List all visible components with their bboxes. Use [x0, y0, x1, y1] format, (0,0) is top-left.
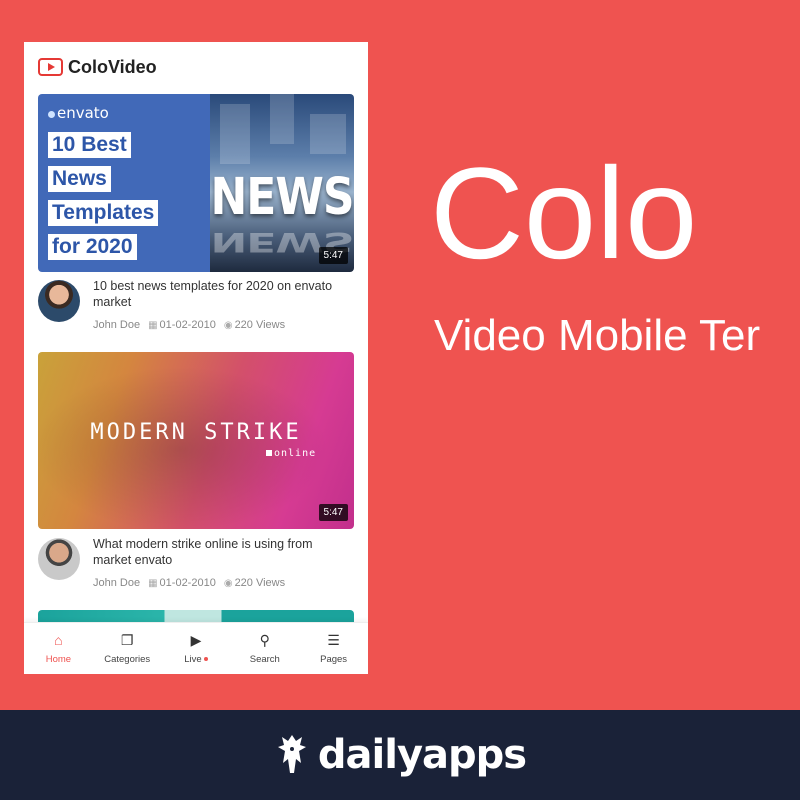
- author-name[interactable]: John Doe: [93, 577, 140, 589]
- video-thumbnail-1[interactable]: envato 10 Best News Templates for 2020 N…: [38, 94, 354, 272]
- tab-categories[interactable]: ❐ Categories: [93, 623, 162, 674]
- video-views: 220 Views: [234, 319, 286, 331]
- phone-screen: ColoVideo envato 10 Best News Templates …: [24, 42, 368, 674]
- thumbnail-headline-line: for 2020: [48, 234, 137, 260]
- video-duration-badge: 5:47: [318, 504, 348, 521]
- promo-title: Colo: [430, 140, 698, 286]
- dailyapps-mascot-icon: [277, 735, 306, 773]
- thumbnail-headline-line: 10 Best: [48, 132, 131, 158]
- avatar[interactable]: [38, 280, 80, 322]
- avatar[interactable]: [38, 538, 80, 580]
- tab-live[interactable]: ▶ Live: [162, 623, 231, 674]
- eye-icon: ◉: [223, 320, 233, 331]
- promo-subtitle: Video Mobile Ter: [434, 311, 761, 360]
- app-header: ColoVideo: [24, 42, 368, 92]
- footer-banner: dailyapps: [0, 710, 800, 800]
- calendar-icon: ▦: [148, 578, 158, 589]
- categories-icon: ❐: [120, 632, 134, 648]
- live-indicator-dot: [203, 657, 208, 662]
- tab-home[interactable]: ⌂ Home: [24, 623, 93, 674]
- video-date: 01-02-2010: [159, 319, 216, 331]
- tab-search[interactable]: ⚲ Search: [230, 623, 299, 674]
- video-date: 01-02-2010: [159, 577, 216, 589]
- thumbnail-overlay-sub: online: [266, 448, 316, 459]
- footer-brand[interactable]: dailyapps: [318, 732, 527, 778]
- thumbnail-headline-line: Templates: [48, 200, 159, 226]
- thumbnail-news-word: NEWS: [210, 168, 354, 227]
- video-title[interactable]: What modern strike online is using from …: [93, 536, 353, 568]
- app-title: ColoVideo: [68, 56, 157, 77]
- video-thumbnail-2[interactable]: MODERN STRIKE online 5:47: [38, 352, 354, 529]
- search-icon: ⚲: [259, 632, 270, 648]
- eye-icon: ◉: [223, 578, 233, 589]
- thumbnail-overlay-title: MODERN STRIKE: [90, 420, 302, 445]
- video-duration-badge: 5:47: [318, 247, 348, 264]
- play-logo-icon: [38, 58, 63, 76]
- home-icon: ⌂: [54, 632, 63, 648]
- calendar-icon: ▦: [148, 320, 158, 331]
- video-info: John Doe ▦ 01-02-2010 ◉ 220 Views: [93, 577, 285, 589]
- thumbnail-headline-line: News: [48, 166, 111, 192]
- video-title[interactable]: 10 best news templates for 2020 on envat…: [93, 278, 353, 310]
- video-views: 220 Views: [234, 577, 286, 589]
- menu-icon: ☰: [327, 632, 340, 648]
- thumbnail-promo-panel: envato 10 Best News Templates for 2020: [38, 94, 210, 272]
- author-name[interactable]: John Doe: [93, 319, 140, 331]
- play-icon: ▶: [190, 632, 202, 648]
- envato-logo: envato: [48, 104, 210, 122]
- bottom-tab-bar: ⌂ Home ❐ Categories ▶ Live ⚲ Search ☰ Pa…: [24, 622, 368, 674]
- video-info: John Doe ▦ 01-02-2010 ◉ 220 Views: [93, 319, 285, 331]
- tab-pages[interactable]: ☰ Pages: [299, 623, 368, 674]
